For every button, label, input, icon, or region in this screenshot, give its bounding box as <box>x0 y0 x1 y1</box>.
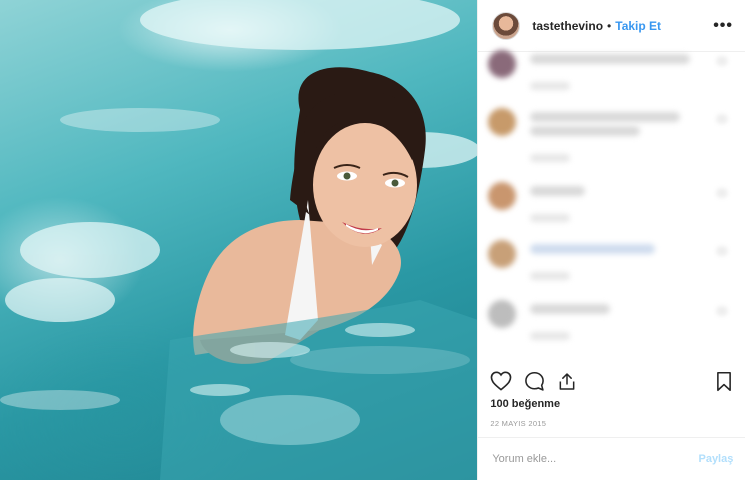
heart-icon <box>716 306 729 316</box>
post-photo-illustration <box>0 0 478 480</box>
comment-list <box>478 40 745 360</box>
blurred-text <box>530 54 691 64</box>
blurred-text <box>530 126 641 136</box>
blurred-text <box>530 332 571 340</box>
blurred-text <box>530 112 681 122</box>
post-sidebar: tastethevino • Takip Et ••• 100 beğenme … <box>477 0 745 480</box>
heart-icon <box>716 188 729 198</box>
avatar <box>488 182 517 210</box>
avatar <box>488 300 517 328</box>
post-photo[interactable] <box>0 0 478 480</box>
avatar[interactable] <box>492 11 521 40</box>
avatar <box>488 50 517 78</box>
blurred-text <box>530 82 571 90</box>
share-icon[interactable] <box>557 371 577 392</box>
avatar <box>488 240 517 268</box>
heart-icon <box>716 114 729 124</box>
comment-input[interactable] <box>490 452 699 466</box>
heart-icon <box>716 246 729 256</box>
comment-form: Paylaş <box>478 437 745 480</box>
blurred-text <box>530 186 586 196</box>
blurred-text <box>530 244 656 254</box>
more-options-icon[interactable]: ••• <box>713 17 733 33</box>
bookmark-icon[interactable] <box>715 371 733 392</box>
follow-button[interactable]: Takip Et <box>615 19 661 33</box>
heart-icon[interactable] <box>490 371 512 391</box>
username-link[interactable]: tastethevino <box>532 19 603 33</box>
post-modal: tastethevino • Takip Et ••• 100 beğenme … <box>0 0 745 480</box>
submit-comment-button[interactable]: Paylaş <box>698 453 733 465</box>
avatar <box>488 108 517 136</box>
likes-count[interactable]: 100 beğenme <box>490 398 560 410</box>
comment-icon[interactable] <box>524 371 545 392</box>
action-bar <box>490 367 733 395</box>
heart-icon <box>716 56 729 66</box>
separator-dot: • <box>607 18 612 33</box>
blurred-text <box>530 304 611 314</box>
blurred-text <box>530 154 571 162</box>
blurred-text <box>530 272 571 280</box>
post-date[interactable]: 22 MAYIS 2015 <box>490 419 546 428</box>
blurred-text <box>530 214 571 222</box>
